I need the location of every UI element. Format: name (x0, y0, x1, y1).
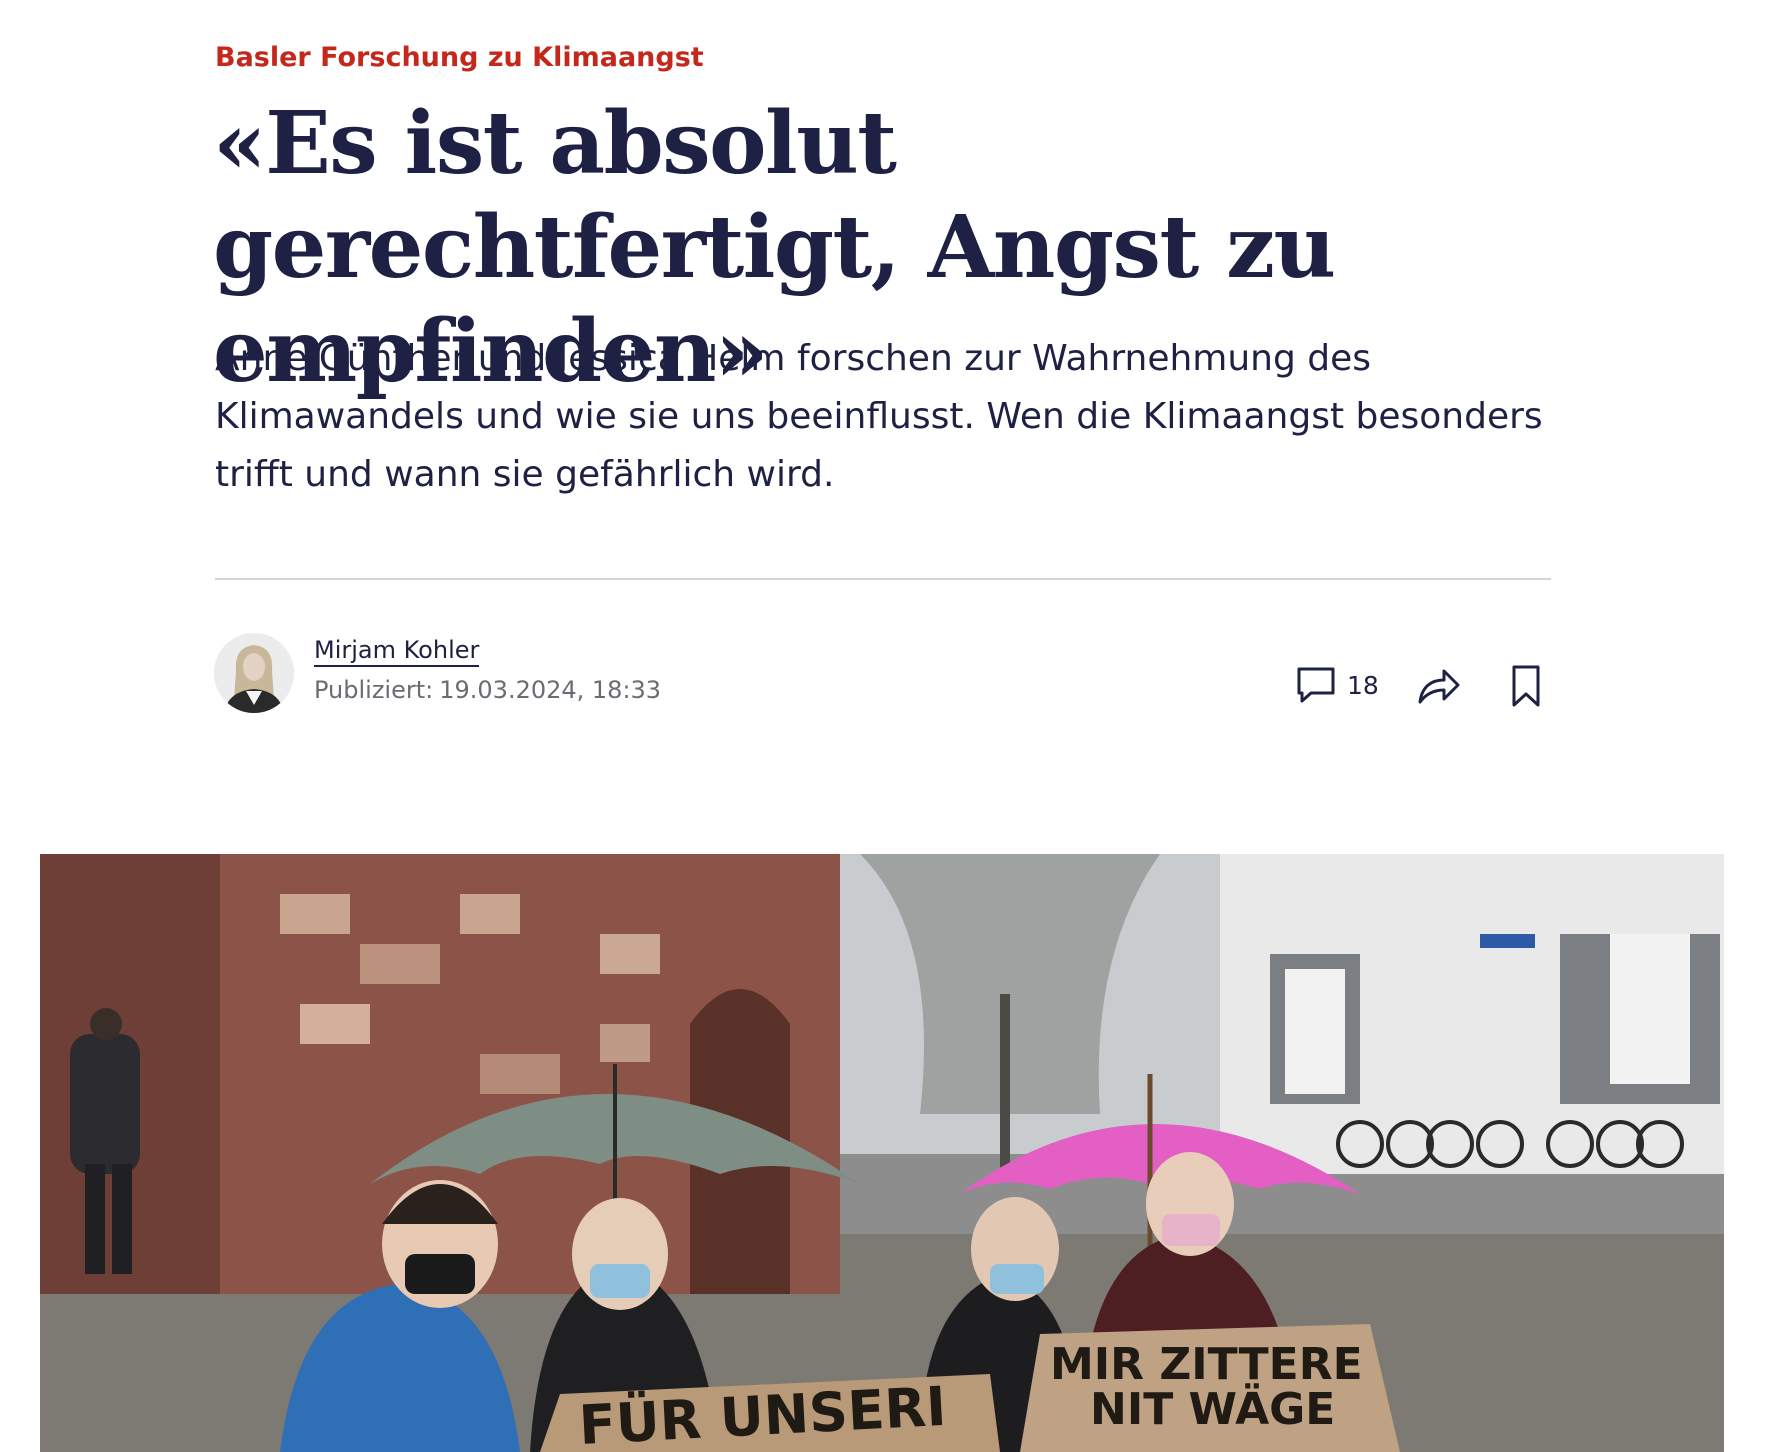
published-info: Publiziert: 19.03.2024, 18:33 (314, 676, 661, 704)
speech-bubble-icon (1297, 667, 1335, 703)
comments-button[interactable]: 18 (1295, 660, 1395, 710)
published-date: 19.03.2024, 18:33 (439, 676, 662, 704)
lead-text: Anne Günther und Jessica Helm forschen z… (215, 338, 1543, 495)
share-arrow-icon (1418, 669, 1460, 704)
bookmark-button[interactable] (1506, 664, 1546, 708)
comment-count: 18 (1347, 670, 1379, 700)
published-label: Publiziert: (314, 676, 434, 704)
bookmark-icon (1512, 665, 1540, 707)
divider (215, 578, 1551, 580)
sign-right-line2: NIT WÄGE (1090, 1382, 1335, 1435)
kicker: Basler Forschung zu Klimaangst (215, 42, 704, 73)
hero-image: FÜR UNSERI MIR ZITTERE NIT WÄGE (40, 854, 1724, 1452)
author-avatar[interactable] (214, 633, 294, 713)
author-link[interactable]: Mirjam Kohler (314, 636, 480, 667)
share-button[interactable] (1414, 664, 1462, 708)
sign-right-line1: MIR ZITTERE (1050, 1339, 1363, 1390)
